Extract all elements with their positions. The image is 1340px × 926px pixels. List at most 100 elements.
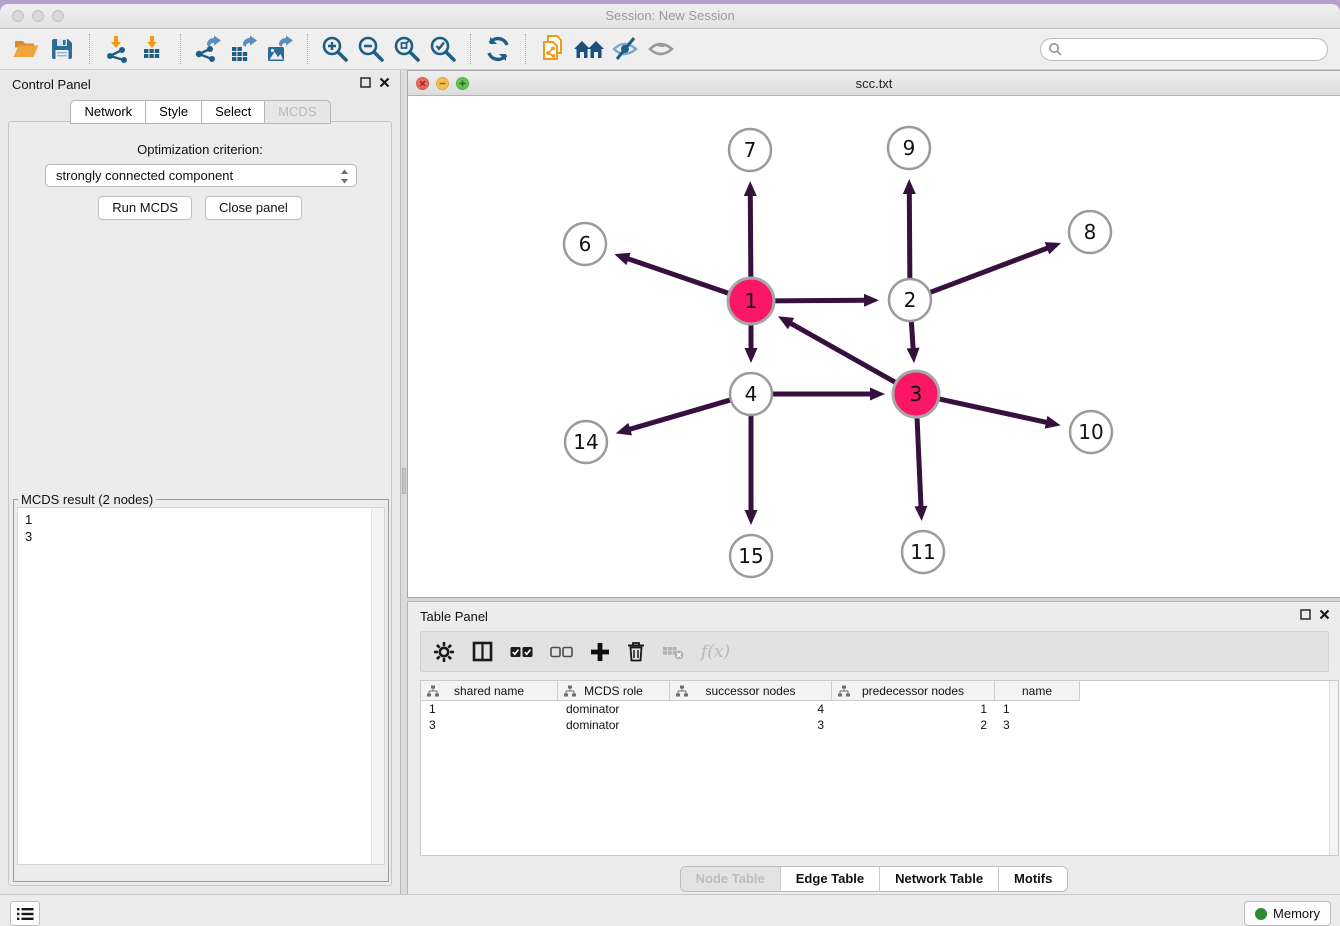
open-file-button[interactable]	[8, 31, 44, 67]
graph-node-1[interactable]: 1	[728, 278, 774, 324]
export-image-button[interactable]	[262, 31, 298, 67]
table-scrollbar[interactable]	[1329, 681, 1338, 855]
criterion-select[interactable]: strongly connected component	[45, 164, 357, 187]
graph-edge-4-15[interactable]	[745, 414, 758, 525]
node-table[interactable]: shared nameMCDS rolesuccessor nodesprede…	[420, 680, 1339, 856]
table-cell[interactable]: 3	[995, 717, 1080, 733]
tab-node-table[interactable]: Node Table	[681, 867, 780, 891]
graph-node-10[interactable]: 10	[1070, 411, 1112, 453]
result-scrollbar[interactable]	[371, 508, 384, 864]
svg-text:1: 1	[745, 289, 758, 313]
table-cell[interactable]: 1	[832, 701, 995, 717]
network-graph[interactable]: 7 9 6 8 1 2 4 3 14 10 15 11	[408, 96, 1339, 597]
deselect-all-icon[interactable]	[550, 646, 573, 658]
graph-node-14[interactable]: 14	[565, 421, 607, 463]
close-panel-button[interactable]: Close panel	[205, 196, 302, 220]
first-neighbors-button[interactable]	[571, 31, 607, 67]
table-cell[interactable]: 3	[670, 717, 832, 733]
delete-row-icon[interactable]	[627, 641, 645, 662]
export-table-button[interactable]	[226, 31, 262, 67]
table-cell[interactable]: 1	[995, 701, 1080, 717]
import-table-icon	[139, 35, 167, 63]
zoom-in-button[interactable]	[317, 31, 353, 67]
column-header-MCDS-role[interactable]: MCDS role	[558, 681, 670, 701]
toolbar-separator	[470, 34, 471, 64]
tab-motifs[interactable]: Motifs	[998, 867, 1067, 891]
clone-network-icon	[538, 34, 568, 64]
graph-edge-2-9[interactable]	[903, 179, 916, 280]
graph-edge-4-14[interactable]	[616, 400, 732, 436]
table-cell[interactable]: dominator	[558, 717, 670, 733]
function-builder-icon[interactable]: f(x)	[701, 642, 730, 662]
tab-network-table[interactable]: Network Table	[879, 867, 998, 891]
column-header-successor-nodes[interactable]: successor nodes	[670, 681, 832, 701]
table-row[interactable]: 3dominator323	[421, 717, 1338, 733]
tab-network[interactable]: Network	[70, 100, 146, 124]
task-history-button[interactable]	[10, 901, 40, 926]
graph-node-2[interactable]: 2	[889, 279, 931, 321]
apply-layout-button[interactable]	[480, 31, 516, 67]
select-all-icon[interactable]	[510, 646, 533, 658]
graph-node-7[interactable]: 7	[729, 129, 771, 171]
table-cell[interactable]: 1	[421, 701, 558, 717]
column-header-shared-name[interactable]: shared name	[421, 681, 558, 701]
float-panel-icon[interactable]	[1300, 609, 1311, 620]
graph-node-15[interactable]: 15	[730, 535, 772, 577]
export-network-button[interactable]	[190, 31, 226, 67]
graph-edge-3-11[interactable]	[914, 414, 927, 521]
table-cell[interactable]: 2	[832, 717, 995, 733]
gear-icon[interactable]	[433, 641, 455, 663]
tab-select[interactable]: Select	[201, 100, 265, 124]
graph-edge-1-2[interactable]	[771, 294, 879, 307]
run-mcds-button[interactable]: Run MCDS	[98, 196, 192, 220]
graph-edge-4-3[interactable]	[771, 388, 885, 401]
search-field[interactable]	[1040, 38, 1328, 61]
tab-edge-table[interactable]: Edge Table	[780, 867, 879, 891]
table-cell[interactable]: 4	[670, 701, 832, 717]
float-panel-icon[interactable]	[360, 77, 371, 88]
graph-node-4[interactable]: 4	[730, 373, 772, 415]
zoom-selected-button[interactable]	[425, 31, 461, 67]
table-cell[interactable]: dominator	[558, 701, 670, 717]
mcds-result-area[interactable]: 1 3	[17, 507, 385, 865]
graph-edge-1-6[interactable]	[614, 253, 732, 295]
graph-edge-3-1[interactable]	[778, 316, 899, 384]
graph-node-9[interactable]: 9	[888, 127, 930, 169]
graph-edge-1-4[interactable]	[745, 321, 758, 363]
memory-button[interactable]: Memory	[1244, 901, 1331, 926]
graph-edge-2-3[interactable]	[907, 320, 920, 363]
graph-node-11[interactable]: 11	[902, 531, 944, 573]
export-network-icon	[193, 35, 223, 63]
save-session-icon	[50, 37, 74, 61]
tab-style[interactable]: Style	[145, 100, 202, 124]
clone-network-button[interactable]	[535, 31, 571, 67]
import-table-button[interactable]	[135, 31, 171, 67]
column-header-predecessor-nodes[interactable]: predecessor nodes	[832, 681, 995, 701]
save-session-button[interactable]	[44, 31, 80, 67]
tab-mcds[interactable]: MCDS	[264, 100, 330, 124]
graph-edge-2-8[interactable]	[929, 242, 1061, 293]
graph-edge-3-10[interactable]	[936, 398, 1061, 428]
graph-node-8[interactable]: 8	[1069, 211, 1111, 253]
svg-text:14: 14	[573, 430, 598, 454]
columns-icon[interactable]	[472, 641, 493, 662]
table-cell[interactable]: 3	[421, 717, 558, 733]
graph-node-6[interactable]: 6	[564, 223, 606, 265]
search-input[interactable]	[1062, 40, 1327, 58]
close-panel-icon[interactable]	[1319, 609, 1330, 620]
show-all-button[interactable]	[643, 31, 679, 67]
column-header-name[interactable]: name	[995, 681, 1080, 701]
splitter-grip[interactable]	[402, 468, 406, 494]
hide-selected-button[interactable]	[607, 31, 643, 67]
table-row[interactable]: 1dominator411	[421, 701, 1338, 717]
main-toolbar	[0, 29, 1340, 70]
hide-selected-icon	[610, 36, 640, 62]
graph-edge-1-7[interactable]	[744, 181, 757, 281]
zoom-fit-button[interactable]	[389, 31, 425, 67]
close-panel-icon[interactable]	[379, 77, 390, 88]
import-network-button[interactable]	[99, 31, 135, 67]
graph-node-3[interactable]: 3	[893, 371, 939, 417]
add-row-icon[interactable]	[590, 642, 610, 662]
delete-table-icon[interactable]	[662, 644, 684, 660]
zoom-out-button[interactable]	[353, 31, 389, 67]
